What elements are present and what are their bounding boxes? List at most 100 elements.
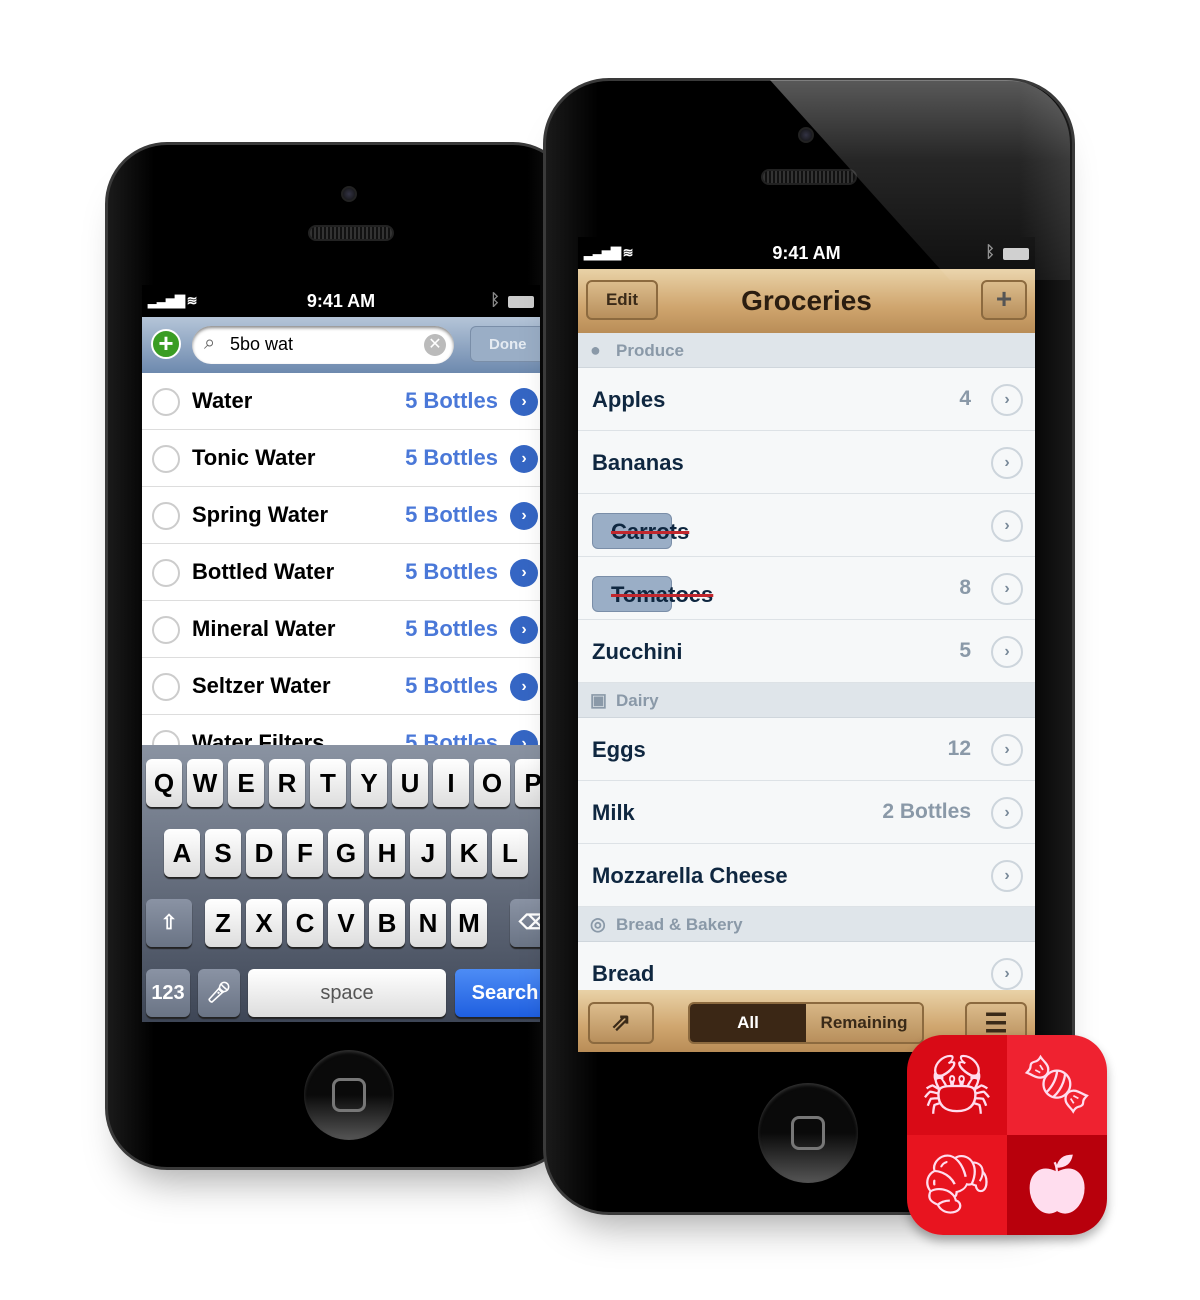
bluetooth-icon: ᛒ — [490, 292, 500, 309]
key-i[interactable]: I — [433, 759, 469, 807]
key-d[interactable]: D — [246, 829, 282, 877]
key-s[interactable]: S — [205, 829, 241, 877]
key-l[interactable]: L — [492, 829, 528, 877]
key-p[interactable]: P — [515, 759, 540, 807]
home-button[interactable] — [758, 1083, 858, 1183]
home-button[interactable] — [304, 1050, 394, 1140]
page-title: Groceries — [741, 285, 872, 316]
key-h[interactable]: H — [369, 829, 405, 877]
disclosure-icon[interactable]: › — [510, 559, 538, 587]
checkbox[interactable] — [152, 445, 180, 473]
item-name: Tonic Water — [192, 445, 316, 470]
key-t[interactable]: T — [310, 759, 346, 807]
result-row[interactable]: Tonic Water 5 Bottles › — [142, 430, 540, 487]
add-button[interactable]: + — [981, 280, 1027, 320]
checkbox[interactable] — [152, 673, 180, 701]
done-button[interactable]: Done — [470, 326, 540, 362]
front-camera — [341, 186, 357, 202]
chevron-right-icon[interactable]: › — [991, 636, 1023, 668]
chevron-right-icon[interactable]: › — [991, 384, 1023, 416]
delete-key[interactable]: ⌫ — [510, 899, 540, 947]
grocery-row[interactable]: Milk 2 Bottles › — [578, 781, 1035, 844]
key-k[interactable]: K — [451, 829, 487, 877]
front-camera — [798, 127, 814, 143]
numbers-key[interactable]: 123 — [146, 969, 190, 1017]
item-name: Bottled Water — [192, 559, 335, 584]
result-row[interactable]: Spring Water 5 Bottles › — [142, 487, 540, 544]
section-header: ▣ Dairy — [578, 683, 1035, 718]
disclosure-icon[interactable]: › — [510, 616, 538, 644]
section-header: ◎ Bread & Bakery — [578, 907, 1035, 942]
space-key[interactable]: space — [248, 969, 446, 1017]
status-bar: ▂▃▅▇ ≋ 9:41 AM ᛒ — [142, 285, 540, 317]
disclosure-icon[interactable]: › — [510, 673, 538, 701]
item-quantity: 5 Bottles — [405, 502, 498, 527]
chevron-right-icon[interactable]: › — [991, 734, 1023, 766]
key-w[interactable]: W — [187, 759, 223, 807]
chevron-right-icon[interactable]: › — [991, 573, 1023, 605]
result-row[interactable]: Mineral Water 5 Bottles › — [142, 601, 540, 658]
key-q[interactable]: Q — [146, 759, 182, 807]
key-o[interactable]: O — [474, 759, 510, 807]
add-item-button[interactable]: + — [151, 329, 181, 359]
key-f[interactable]: F — [287, 829, 323, 877]
share-button[interactable]: ⇗ — [588, 1002, 654, 1044]
segment-remaining[interactable]: Remaining — [806, 1004, 922, 1042]
result-row[interactable]: Water 5 Bottles › — [142, 373, 540, 430]
checkbox[interactable] — [152, 616, 180, 644]
key-n[interactable]: N — [410, 899, 446, 947]
grocery-row[interactable]: Zucchini 5 › — [578, 620, 1035, 683]
grocery-row[interactable]: Tomatoes 8 › — [578, 557, 1035, 620]
grocery-row[interactable]: Apples 4 › — [578, 368, 1035, 431]
item-name: Carrots — [592, 513, 689, 549]
key-m[interactable]: M — [451, 899, 487, 947]
search-field[interactable]: ⌕ ✕ — [192, 326, 454, 364]
item-quantity: 5 Bottles — [405, 616, 498, 641]
section-title: Bread & Bakery — [616, 915, 743, 934]
item-name: Spring Water — [192, 502, 329, 527]
disclosure-icon[interactable]: › — [510, 388, 538, 416]
key-v[interactable]: V — [328, 899, 364, 947]
key-y[interactable]: Y — [351, 759, 387, 807]
search-screen: ▂▃▅▇ ≋ 9:41 AM ᛒ + ⌕ ✕ Done Water 5 Bottl… — [142, 285, 540, 1022]
item-name: Mineral Water — [192, 616, 336, 641]
item-quantity: 5 Bottles — [405, 673, 498, 698]
key-j[interactable]: J — [410, 829, 446, 877]
key-e[interactable]: E — [228, 759, 264, 807]
key-a[interactable]: A — [164, 829, 200, 877]
checkbox[interactable] — [152, 502, 180, 530]
app-icon: 🦀︎ 🍬︎ 🥐︎ 🍎︎ — [907, 1035, 1107, 1235]
shift-key[interactable]: ⇧ — [146, 899, 192, 947]
key-c[interactable]: C — [287, 899, 323, 947]
segment-all[interactable]: All — [690, 1004, 806, 1042]
chevron-right-icon[interactable]: › — [991, 860, 1023, 892]
chevron-right-icon[interactable]: › — [991, 958, 1023, 990]
key-g[interactable]: G — [328, 829, 364, 877]
checkbox[interactable] — [152, 559, 180, 587]
chevron-right-icon[interactable]: › — [991, 447, 1023, 479]
search-key[interactable]: Search — [455, 969, 540, 1017]
key-r[interactable]: R — [269, 759, 305, 807]
key-z[interactable]: Z — [205, 899, 241, 947]
grocery-row[interactable]: Carrots › — [578, 494, 1035, 557]
chevron-right-icon[interactable]: › — [991, 510, 1023, 542]
search-input[interactable] — [230, 334, 410, 355]
microphone-key[interactable]: 🎤︎ — [198, 969, 240, 1017]
key-b[interactable]: B — [369, 899, 405, 947]
earpiece — [761, 169, 857, 185]
item-name: Seltzer Water — [192, 673, 331, 698]
chevron-right-icon[interactable]: › — [991, 797, 1023, 829]
keyboard: Q W E R T Y U I O P A S D F G H J K L ⇧ Z X C V B N M ⌫ 123 🎤︎ space Se… — [142, 745, 540, 1022]
key-x[interactable]: X — [246, 899, 282, 947]
result-row[interactable]: Bottled Water 5 Bottles › — [142, 544, 540, 601]
item-name: Bread — [592, 961, 655, 986]
clear-icon[interactable]: ✕ — [424, 334, 446, 356]
checkbox[interactable] — [152, 388, 180, 416]
result-row[interactable]: Seltzer Water 5 Bottles › — [142, 658, 540, 715]
disclosure-icon[interactable]: › — [510, 502, 538, 530]
grocery-row[interactable]: Bananas › — [578, 431, 1035, 494]
grocery-row[interactable]: Eggs 12 › — [578, 718, 1035, 781]
key-u[interactable]: U — [392, 759, 428, 807]
grocery-row[interactable]: Mozzarella Cheese › — [578, 844, 1035, 907]
disclosure-icon[interactable]: › — [510, 445, 538, 473]
